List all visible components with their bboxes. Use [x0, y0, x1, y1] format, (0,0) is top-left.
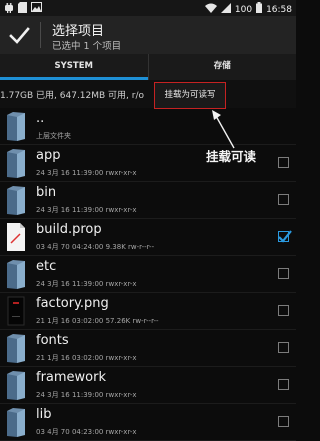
file-name: build.prop: [36, 222, 102, 237]
file-meta: 上层文件夹: [36, 132, 71, 140]
signal-icon: [220, 2, 231, 17]
file-name: lib: [36, 407, 52, 422]
folder-icon: [5, 259, 27, 289]
folder-icon: [5, 333, 27, 363]
callout-label: 挂载可读: [206, 149, 257, 164]
android-icon: [4, 2, 14, 17]
storage-info-bar: 1.77GB 已用, 647.12MB 可用, r/o: [0, 80, 296, 108]
file-row[interactable]: build.prop 03 4月 70 04:24:00 9.38K rw-r--…: [0, 219, 296, 256]
file-meta: 21 1月 16 03:02:00 rwxr-xr-x: [36, 354, 137, 362]
checkbox[interactable]: [278, 342, 289, 353]
image-file-icon: [5, 296, 27, 326]
checkbox[interactable]: [278, 416, 289, 427]
file-row[interactable]: lib 03 4月 70 04:23:00 rwxr-xr-x: [0, 404, 296, 441]
file-meta: 03 4月 70 04:24:00 9.38K rw-r--r--: [36, 243, 155, 251]
tab-system[interactable]: SYSTEM: [0, 54, 148, 80]
tab-bar: SYSTEM 存储: [0, 54, 296, 80]
confirm-check-icon[interactable]: [6, 22, 32, 48]
battery-level: 100: [234, 4, 253, 15]
checkbox[interactable]: [278, 305, 289, 316]
checkbox[interactable]: [278, 157, 289, 168]
status-bar: 100 16:58: [0, 0, 296, 16]
file-meta: 21 1月 16 03:02:00 57.26K rw-r--r--: [36, 317, 159, 325]
file-row[interactable]: bin 24 3月 16 11:39:00 rwxr-xr-x: [0, 182, 296, 219]
selection-count: 已选中 1 个项目: [52, 41, 122, 52]
mount-read-write-button[interactable]: 挂载为可读写: [154, 82, 226, 109]
clock: 16:58: [266, 4, 292, 15]
wifi-icon: [204, 3, 217, 17]
file-row[interactable]: factory.png 21 1月 16 03:02:00 57.26K rw-r…: [0, 293, 296, 330]
file-name: ..: [36, 111, 45, 126]
file-meta: 03 4月 70 04:23:00 rwxr-xr-x: [36, 428, 137, 436]
file-meta: 24 3月 16 11:39:00 rwxr-xr-x: [36, 391, 137, 399]
tab-storage[interactable]: 存储: [147, 54, 297, 80]
page-title: 选择项目: [52, 24, 105, 39]
file-row[interactable]: etc 24 3月 16 11:39:00 rwxr-xr-x: [0, 256, 296, 293]
file-name: app: [36, 148, 61, 163]
file-row[interactable]: framework 24 3月 16 11:39:00 rwxr-xr-x: [0, 367, 296, 404]
checkbox[interactable]: [278, 194, 289, 205]
file-meta: 24 3月 16 11:39:00 rwxr-xr-x: [36, 169, 137, 177]
file-meta: 24 3月 16 11:39:00 rwxr-xr-x: [36, 206, 137, 214]
callout-arrow-icon: [212, 110, 235, 149]
document-file-icon: [5, 222, 27, 252]
checkbox-checked[interactable]: [278, 230, 292, 243]
folder-icon: [5, 185, 27, 215]
checkmark-icon: [278, 230, 292, 243]
file-row[interactable]: .. 上层文件夹: [0, 108, 296, 145]
checkbox[interactable]: [278, 268, 289, 279]
file-name: framework: [36, 370, 107, 385]
folder-icon: [5, 370, 27, 400]
file-row[interactable]: fonts 21 1月 16 03:02:00 rwxr-xr-x: [0, 330, 296, 367]
file-name: fonts: [36, 333, 69, 348]
file-name: bin: [36, 185, 57, 200]
battery-icon: [256, 2, 263, 17]
storage-usage-text: 1.77GB 已用, 647.12MB 可用, r/o: [0, 91, 145, 101]
image-icon: [31, 2, 42, 17]
action-bar: 选择项目 已选中 1 个项目: [0, 16, 296, 54]
file-meta: 24 3月 16 11:39:00 rwxr-xr-x: [36, 280, 137, 288]
sd-card-icon: [18, 2, 27, 17]
folder-icon: [5, 148, 27, 178]
divider: [40, 22, 41, 48]
file-name: etc: [36, 259, 57, 274]
folder-icon: [5, 111, 27, 141]
checkbox[interactable]: [278, 379, 289, 390]
folder-icon: [5, 407, 27, 437]
file-name: factory.png: [36, 296, 109, 311]
